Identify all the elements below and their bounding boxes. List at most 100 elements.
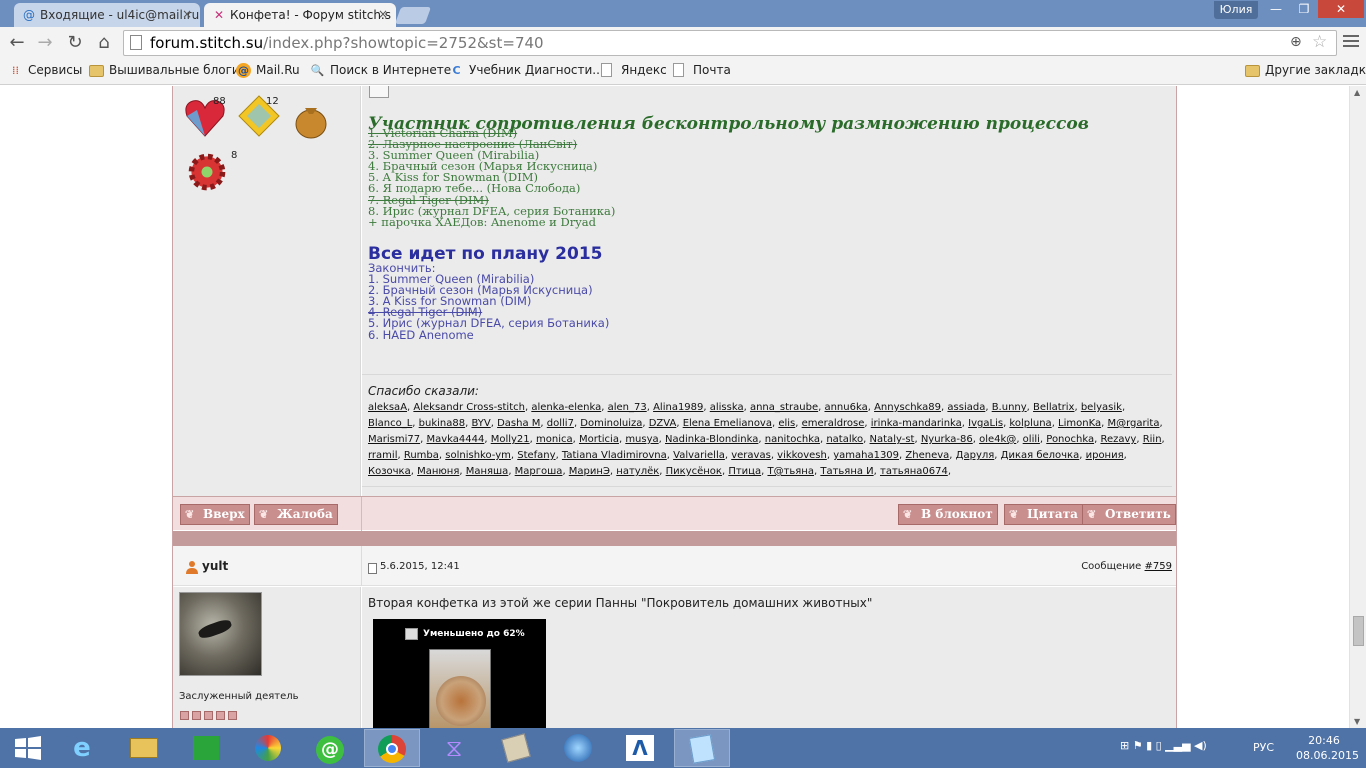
thanks-user-link[interactable]: Пикусёнок — [666, 466, 722, 477]
bookmark-yandex[interactable]: Яндекс — [601, 63, 667, 77]
new-tab-button[interactable] — [394, 7, 432, 24]
thanks-user-link[interactable]: musya — [625, 434, 658, 445]
file-explorer-icon[interactable] — [116, 729, 172, 767]
thanks-user-link[interactable]: МаринЭ — [569, 466, 610, 477]
thanks-user-link[interactable]: Nadinka-Blondinka — [665, 434, 758, 445]
bookmark-mail[interactable]: Почта — [673, 63, 731, 77]
scrollbar-thumb[interactable] — [1353, 616, 1364, 646]
thanks-user-link[interactable]: Mavka4444 — [426, 434, 484, 445]
thanks-user-link[interactable]: vikkovesh — [777, 450, 827, 461]
bookmark-star-icon[interactable]: ☆ — [1312, 32, 1327, 52]
minimize-icon[interactable]: — — [1262, 0, 1290, 18]
thanks-user-link[interactable]: Elena Emelianova — [683, 418, 772, 429]
post-image[interactable]: Уменьшено до 62% — [373, 619, 546, 728]
reply-button[interactable]: ❦ Ответить — [1082, 504, 1176, 525]
thanks-user-link[interactable]: dolli7 — [547, 418, 574, 429]
scroll-down-arrow-icon[interactable]: ▼ — [1354, 717, 1360, 726]
thanks-user-link[interactable]: yamaha1309 — [833, 450, 899, 461]
profile-badge[interactable]: Юлия — [1214, 1, 1258, 19]
thanks-user-link[interactable]: ole4k@ — [979, 434, 1016, 445]
thanks-user-link[interactable]: Riin — [1143, 434, 1162, 445]
thanks-user-link[interactable]: alen_73 — [608, 402, 647, 413]
thanks-user-link[interactable]: Ponochka — [1046, 434, 1094, 445]
thanks-user-link[interactable]: M@rgarita — [1107, 418, 1159, 429]
thanks-user-link[interactable]: B.unny — [992, 402, 1027, 413]
bookmark-other[interactable]: Другие закладки — [1245, 63, 1366, 77]
globe-app-icon[interactable] — [550, 729, 606, 767]
chrome-menu-icon[interactable] — [1343, 35, 1359, 49]
quote-button[interactable]: ❦ Цитата — [1004, 504, 1083, 525]
bookmark-diagnostics-textbook[interactable]: C Учебник Диагности... — [449, 63, 603, 77]
color-app-icon[interactable] — [240, 729, 296, 767]
tab-mail-inbox[interactable]: @ Входящие - ul4ic@mail.ru × — [14, 3, 200, 27]
home-icon[interactable]: ⌂ — [93, 32, 115, 54]
thanks-user-link[interactable]: Zheneva — [905, 450, 949, 461]
thanks-user-link[interactable]: Козочка — [368, 466, 411, 477]
thanks-user-link[interactable]: natalko — [826, 434, 863, 445]
thanks-user-link[interactable]: Blanco_L — [368, 418, 412, 429]
thanks-user-link[interactable]: Татьяна И — [820, 466, 873, 477]
tab-forum[interactable]: ✕ Конфета! - Форум stitch.s × — [204, 3, 396, 27]
thanks-user-link[interactable]: belyasik — [1081, 402, 1122, 413]
thanks-user-link[interactable]: Маняша — [466, 466, 509, 477]
windows-start-icon[interactable] — [0, 729, 56, 767]
thanks-user-link[interactable]: monica — [536, 434, 573, 445]
resized-image-note[interactable]: Уменьшено до 62% — [405, 628, 525, 640]
thanks-user-link[interactable]: nanitochka — [765, 434, 820, 445]
thanks-user-link[interactable]: Nyurka-86 — [921, 434, 973, 445]
bookmark-services[interactable]: ⁞⁞ Сервисы — [8, 63, 82, 77]
thanks-user-link[interactable]: bukina88 — [419, 418, 465, 429]
kit-thumbnail[interactable] — [429, 649, 491, 728]
forward-arrow-icon[interactable]: → — [34, 32, 56, 54]
bookmark-mailru[interactable]: @ Mail.Ru — [236, 63, 300, 78]
thanks-user-link[interactable]: Манюня — [417, 466, 459, 477]
page-scrollbar[interactable]: ▲ ▼ — [1349, 86, 1366, 728]
notebook-app-icon[interactable] — [674, 729, 730, 767]
thanks-user-link[interactable]: Bellatrix — [1033, 402, 1074, 413]
thanks-user-link[interactable]: Stefany — [517, 450, 555, 461]
thanks-user-link[interactable]: assiada — [947, 402, 985, 413]
back-arrow-icon[interactable]: ← — [6, 32, 28, 54]
avatar[interactable] — [179, 592, 262, 676]
bookmark-embroidery-blogs[interactable]: Вышивальные блоги — [89, 63, 240, 77]
thanks-user-link[interactable]: Rumba — [404, 450, 439, 461]
thanks-user-link[interactable]: T@тьяна — [767, 466, 814, 477]
visual-studio-icon[interactable]: ⧖ — [426, 729, 482, 767]
thanks-user-link[interactable]: Nataly-st — [870, 434, 915, 445]
address-bar[interactable]: forum.stitch.su/index.php?showtopic=2752… — [123, 30, 1337, 56]
thanks-user-link[interactable]: Птица — [728, 466, 761, 477]
thanks-user-link[interactable]: Marismi77 — [368, 434, 420, 445]
thanks-user-link[interactable]: olili — [1023, 434, 1040, 445]
notepad-button[interactable]: ❦ В блокнот — [898, 504, 998, 525]
zoom-icon[interactable]: ⊕ — [1290, 34, 1302, 50]
mail-agent-icon[interactable]: @ — [302, 729, 358, 767]
post-permalink[interactable]: #759 — [1145, 561, 1172, 572]
thanks-user-link[interactable]: Alina1989 — [653, 402, 703, 413]
thanks-user-link[interactable]: Rezavy — [1100, 434, 1136, 445]
thanks-user-link[interactable]: татьяна0674 — [880, 466, 948, 477]
thanks-user-link[interactable]: Dominoluiza — [580, 418, 642, 429]
thanks-user-link[interactable]: натулёк — [616, 466, 659, 477]
scroll-up-button[interactable]: ❦ Вверх — [180, 504, 250, 525]
thanks-user-link[interactable]: veravas — [731, 450, 771, 461]
thanks-user-link[interactable]: Маргоша — [515, 466, 563, 477]
thanks-user-link[interactable]: IvgaLis — [968, 418, 1003, 429]
thanks-user-link[interactable]: DZVA — [649, 418, 677, 429]
thanks-user-link[interactable]: anna_straube — [750, 402, 818, 413]
tab-close-icon[interactable]: × — [378, 7, 388, 21]
thanks-user-link[interactable]: Даруля — [956, 450, 995, 461]
url-text[interactable]: forum.stitch.su/index.php?showtopic=2752… — [150, 34, 544, 52]
input-language[interactable]: РУС — [1253, 741, 1274, 754]
thanks-user-link[interactable]: Aleksandr Cross-stitch — [413, 402, 525, 413]
lingvo-app-icon[interactable]: Λ — [612, 729, 668, 767]
thanks-user-link[interactable]: Molly21 — [491, 434, 530, 445]
thanks-user-link[interactable]: irinka-mandarinka — [871, 418, 962, 429]
chrome-icon[interactable] — [364, 729, 420, 767]
complain-button[interactable]: ❦ Жалоба — [254, 504, 338, 525]
thanks-user-link[interactable]: Valvariella — [673, 450, 725, 461]
internet-explorer-icon[interactable]: e — [54, 729, 110, 767]
thanks-user-link[interactable]: ирония — [1086, 450, 1124, 461]
thanks-user-link[interactable]: Morticia — [579, 434, 619, 445]
thanks-user-link[interactable]: kolpluna — [1009, 418, 1051, 429]
thanks-user-link[interactable]: Dasha M — [497, 418, 540, 429]
